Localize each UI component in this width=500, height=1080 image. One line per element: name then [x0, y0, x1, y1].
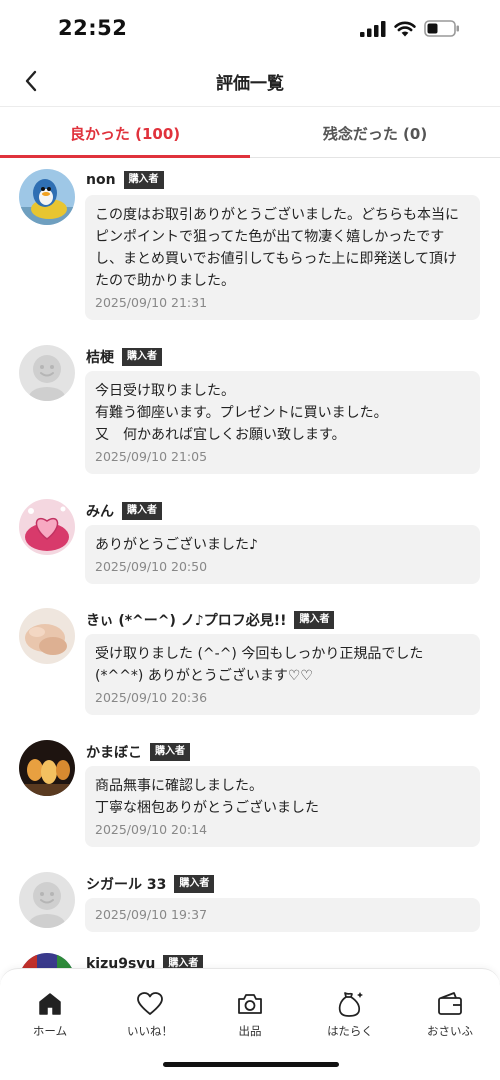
- buyer-badge: 購入者: [174, 875, 215, 893]
- user-line: かまぼこ 購入者: [86, 742, 190, 762]
- buyer-badge: 購入者: [122, 502, 162, 520]
- review-bubble: ありがとうございました♪ 2025/09/10 20:50: [85, 525, 480, 584]
- review-list[interactable]: non 購入者 この度はお取引ありがとうございました。どちらも本当にピンポイント…: [0, 158, 500, 968]
- nav-label: はたらく: [327, 1024, 373, 1038]
- review-date: 2025/09/10 20:14: [95, 822, 208, 837]
- review-date: 2025/09/10 20:50: [95, 559, 208, 574]
- user-name[interactable]: きぃ (*^ー^) ノ♪プロフ必見!!: [86, 610, 286, 630]
- tab-good[interactable]: 良かった (100): [0, 107, 250, 158]
- nav-label: おさいふ: [427, 1024, 473, 1038]
- status-bar: 22:52: [0, 0, 500, 56]
- nav-label: いいね！: [127, 1024, 173, 1038]
- review-bubble: 商品無事に確認しました。 丁寧な梱包ありがとうございました 2025/09/10…: [85, 766, 480, 847]
- user-line: シガール 33 購入者: [86, 874, 215, 894]
- user-name[interactable]: 桔梗: [86, 347, 114, 367]
- review-date: 2025/09/10 19:37: [95, 907, 208, 922]
- review-bubble: この度はお取引ありがとうございました。どちらも本当にピンポイントで狙ってた色が出…: [85, 195, 480, 320]
- tab-bad[interactable]: 残念だった (0): [250, 107, 500, 157]
- nav-label: ホーム: [32, 1024, 68, 1038]
- user-line: きぃ (*^ー^) ノ♪プロフ必見!! 購入者: [86, 610, 335, 630]
- battery-icon: [424, 20, 459, 37]
- user-line: 桔梗 購入者: [86, 347, 162, 367]
- avatar[interactable]: [19, 499, 75, 555]
- review-date: 2025/09/10 20:36: [95, 690, 208, 705]
- camera-icon: [238, 994, 262, 1014]
- home-icon: [39, 993, 61, 1015]
- cellular-signal-icon: [360, 20, 386, 37]
- review-bubble: 2025/09/10 19:37: [85, 898, 480, 932]
- nav-label: 出品: [238, 1024, 262, 1038]
- page-title: 評価一覧: [216, 74, 284, 94]
- review-bubble: 受け取りました (^-^) 今回もしっかり正規品でした (*^^*) ありがとう…: [85, 634, 480, 715]
- wifi-icon: [394, 21, 416, 36]
- user-name[interactable]: kizu9svu: [86, 956, 155, 968]
- buyer-badge: 購入者: [150, 743, 190, 761]
- avatar-default[interactable]: [19, 345, 75, 401]
- status-time: 22:52: [58, 16, 128, 40]
- buyer-badge: 購入者: [163, 955, 204, 968]
- user-name[interactable]: non: [86, 172, 116, 188]
- review-bubble: 今日受け取りました。 有難う御座います。プレゼントに買いました。 又 何かあれば…: [85, 371, 480, 474]
- avatar[interactable]: [19, 740, 75, 796]
- avatar[interactable]: [19, 169, 75, 225]
- review-comment: ありがとうございました♪: [95, 537, 258, 553]
- review-comment: 今日受け取りました。 有難う御座います。プレゼントに買いました。 又 何かあれば…: [95, 383, 388, 443]
- nav-sell[interactable]: 出品: [200, 989, 300, 1039]
- header: 評価一覧: [0, 56, 500, 106]
- review-comment: 商品無事に確認しました。 丁寧な梱包ありがとうございました: [95, 778, 319, 816]
- nav-home[interactable]: ホーム: [0, 989, 100, 1039]
- buyer-badge: 購入者: [294, 611, 335, 629]
- nav-likes[interactable]: いいね！: [100, 989, 200, 1039]
- heart-icon: [137, 992, 163, 1015]
- user-name[interactable]: かまぼこ: [86, 742, 142, 762]
- user-line: みん 購入者: [86, 501, 162, 521]
- avatar[interactable]: [19, 953, 75, 968]
- review-date: 2025/09/10 21:05: [95, 449, 208, 464]
- user-line: non 購入者: [86, 171, 164, 189]
- user-name[interactable]: みん: [86, 501, 114, 521]
- home-indicator: [163, 1062, 339, 1067]
- avatar[interactable]: [19, 608, 75, 664]
- review-comment: 受け取りました (^-^) 今回もしっかり正規品でした (*^^*) ありがとう…: [95, 646, 424, 684]
- nav-work[interactable]: はたらく: [300, 989, 400, 1039]
- rating-tabs: 良かった (100) 残念だった (0): [0, 106, 500, 158]
- buyer-badge: 購入者: [122, 348, 162, 366]
- review-comment: この度はお取引ありがとうございました。どちらも本当にピンポイントで狙ってた色が出…: [95, 207, 459, 289]
- money-bag-icon: [338, 992, 363, 1017]
- nav-wallet[interactable]: おさいふ: [400, 989, 500, 1039]
- avatar-default[interactable]: [19, 872, 75, 928]
- wallet-icon: [438, 992, 462, 1015]
- review-date: 2025/09/10 21:31: [95, 295, 208, 310]
- status-icons: [360, 20, 460, 37]
- user-name[interactable]: シガール 33: [86, 874, 166, 894]
- user-line: kizu9svu 購入者: [86, 955, 204, 968]
- buyer-badge: 購入者: [123, 171, 164, 189]
